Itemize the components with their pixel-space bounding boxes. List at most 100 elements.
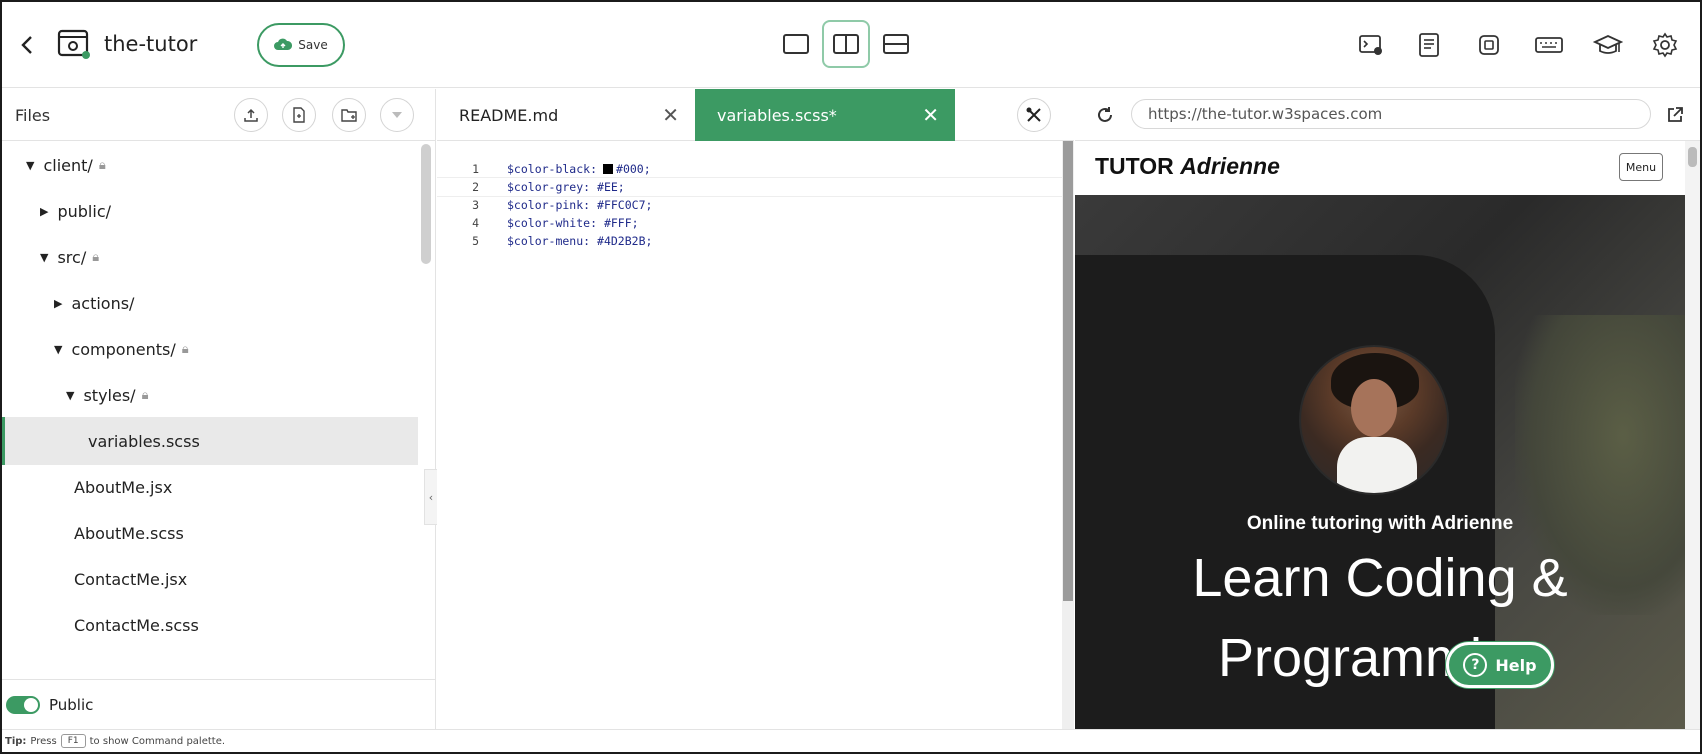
settings-gear-icon[interactable] bbox=[1650, 30, 1680, 60]
single-pane-icon bbox=[783, 34, 809, 54]
tutor-avatar bbox=[1299, 345, 1449, 495]
public-toggle[interactable] bbox=[6, 695, 40, 714]
refresh-icon[interactable] bbox=[1091, 101, 1119, 129]
tab-variables-scss[interactable]: variables.scss* ✕ bbox=[695, 89, 955, 141]
tree-folder-components[interactable]: ▼ components/ 🔒︎ bbox=[2, 325, 418, 373]
tree-item-label: AboutMe.scss bbox=[74, 523, 184, 543]
tree-item-label: variables.scss bbox=[88, 431, 200, 451]
upload-file-button[interactable] bbox=[234, 98, 268, 132]
tree-file-variables-scss[interactable]: variables.scss bbox=[2, 417, 418, 465]
terminal-icon[interactable] bbox=[1356, 30, 1386, 60]
tip-prefix: Tip: bbox=[5, 735, 27, 747]
code-text: $color-menu: #4D2B2B; bbox=[507, 234, 653, 248]
code-text: $color-pink: #FFC0C7; bbox=[507, 198, 653, 212]
file-tree-scrollbar[interactable] bbox=[421, 144, 431, 264]
caret-down-icon: ▼ bbox=[40, 250, 49, 264]
caret-right-icon: ▶ bbox=[40, 204, 49, 218]
files-title: Files bbox=[15, 106, 51, 125]
lock-icon: 🔒︎ bbox=[98, 157, 106, 173]
line-number: 3 bbox=[472, 198, 479, 212]
site-menu-button[interactable]: Menu bbox=[1619, 153, 1663, 181]
preview-url-input[interactable]: https://the-tutor.w3spaces.com bbox=[1131, 99, 1651, 129]
close-tab-icon[interactable]: ✕ bbox=[922, 103, 939, 127]
tree-folder-public[interactable]: ▶ public/ bbox=[2, 187, 418, 235]
preview-scrollbar[interactable] bbox=[1685, 141, 1700, 729]
preview-scroll-thumb[interactable] bbox=[1688, 147, 1697, 167]
tree-folder-actions[interactable]: ▶ actions/ bbox=[2, 279, 418, 327]
save-button[interactable]: Save bbox=[257, 23, 345, 67]
tab-readme[interactable]: README.md ✕ bbox=[437, 89, 695, 141]
split-vertical-icon bbox=[833, 34, 859, 54]
help-question-icon: ? bbox=[1463, 653, 1488, 677]
layout-split-horizontal-button[interactable] bbox=[872, 20, 920, 68]
dropdown-triangle-icon bbox=[392, 112, 402, 118]
new-file-button[interactable] bbox=[282, 98, 316, 132]
code-line: 4 $color-white: #FFF; bbox=[437, 213, 1062, 233]
tree-file-aboutme-jsx[interactable]: AboutMe.jsx bbox=[2, 463, 418, 511]
more-options-button[interactable] bbox=[380, 98, 414, 132]
tree-file-contactme-jsx[interactable]: ContactMe.jsx bbox=[2, 555, 418, 603]
tree-folder-styles[interactable]: ▼ styles/ 🔒︎ bbox=[2, 371, 418, 419]
lock-icon: 🔒︎ bbox=[181, 341, 189, 357]
file-explorer-header: Files bbox=[2, 89, 436, 141]
editor-tabs: README.md ✕ variables.scss* ✕ bbox=[437, 89, 1074, 141]
file-explorer-panel: Files ▼ client/ 🔒︎ ▶ public/ ▼ src/ 🔒︎ ▶… bbox=[2, 89, 438, 729]
help-label: Help bbox=[1495, 655, 1537, 675]
file-tree: ▼ client/ 🔒︎ ▶ public/ ▼ src/ 🔒︎ ▶ actio… bbox=[2, 141, 420, 679]
tools-icon bbox=[1026, 107, 1041, 122]
tree-folder-src[interactable]: ▼ src/ 🔒︎ bbox=[2, 233, 418, 281]
tree-file-contactme-scss[interactable]: ContactMe.scss bbox=[2, 601, 418, 649]
keyboard-icon[interactable] bbox=[1532, 30, 1566, 60]
editor-scrollbar[interactable] bbox=[1062, 141, 1074, 729]
layout-single-button[interactable] bbox=[772, 20, 820, 68]
editor-scroll-thumb[interactable] bbox=[1063, 141, 1073, 601]
line-number: 4 bbox=[472, 216, 479, 230]
tab-label: README.md bbox=[459, 105, 559, 125]
code-line: 5 $color-menu: #4D2B2B; bbox=[437, 231, 1062, 251]
tree-item-label: components/ bbox=[71, 339, 176, 359]
status-tip-bar: Tip: Press F1 to show Command palette. bbox=[2, 729, 1700, 752]
tree-item-label: src/ bbox=[57, 247, 87, 267]
code-editor-panel: README.md ✕ variables.scss* ✕ 1 $color-b… bbox=[437, 89, 1074, 729]
tip-suffix: to show Command palette. bbox=[89, 735, 226, 747]
public-label: Public bbox=[49, 695, 94, 714]
lock-icon: 🔒︎ bbox=[92, 249, 100, 265]
site-hero: Online tutoring with Adrienne Learn Codi… bbox=[1075, 195, 1685, 729]
caret-down-icon: ▼ bbox=[66, 388, 75, 402]
tree-item-label: AboutMe.jsx bbox=[74, 477, 173, 497]
line-number: 5 bbox=[472, 234, 479, 248]
open-external-icon[interactable] bbox=[1661, 101, 1689, 129]
back-icon[interactable] bbox=[12, 30, 42, 60]
editor-tools-button[interactable] bbox=[1017, 98, 1051, 132]
collapse-panel-handle[interactable]: ‹ bbox=[424, 469, 438, 525]
new-file-icon bbox=[293, 107, 305, 123]
tip-press: Press bbox=[30, 735, 57, 747]
tree-file-aboutme-scss[interactable]: AboutMe.scss bbox=[2, 509, 418, 557]
line-number: 1 bbox=[472, 162, 479, 176]
tree-item-label: client/ bbox=[43, 155, 93, 175]
top-bar: the-tutor Save bbox=[2, 2, 1700, 88]
code-area[interactable]: 1 $color-black: #000; 2 $color-grey: #EE;… bbox=[437, 141, 1062, 729]
project-icon bbox=[56, 26, 92, 62]
close-tab-icon[interactable]: ✕ bbox=[662, 103, 679, 127]
code-text: $color-black: #000; bbox=[507, 162, 651, 176]
project-title: the-tutor bbox=[104, 32, 198, 56]
tree-item-label: ContactMe.jsx bbox=[74, 569, 188, 589]
chip-icon[interactable] bbox=[1474, 30, 1504, 60]
layout-split-vertical-button[interactable] bbox=[822, 20, 870, 68]
caret-down-icon: ▼ bbox=[26, 158, 35, 172]
caret-right-icon: ▶ bbox=[54, 296, 63, 310]
lock-icon: 🔒︎ bbox=[141, 387, 149, 403]
new-folder-button[interactable] bbox=[332, 98, 366, 132]
tree-item-label: public/ bbox=[57, 201, 111, 221]
tip-key: F1 bbox=[60, 734, 86, 748]
tree-folder-client[interactable]: ▼ client/ 🔒︎ bbox=[2, 141, 418, 189]
graduation-cap-icon[interactable] bbox=[1592, 30, 1624, 60]
notes-icon[interactable] bbox=[1414, 30, 1444, 60]
line-number: 2 bbox=[472, 180, 479, 194]
help-button[interactable]: ? Help bbox=[1446, 642, 1554, 688]
site-header: TUTOR Adrienne Menu bbox=[1075, 141, 1685, 195]
hero-headline-line2: Programming bbox=[1217, 628, 1543, 688]
site-brand: TUTOR Adrienne bbox=[1095, 153, 1280, 179]
save-label: Save bbox=[298, 38, 328, 52]
